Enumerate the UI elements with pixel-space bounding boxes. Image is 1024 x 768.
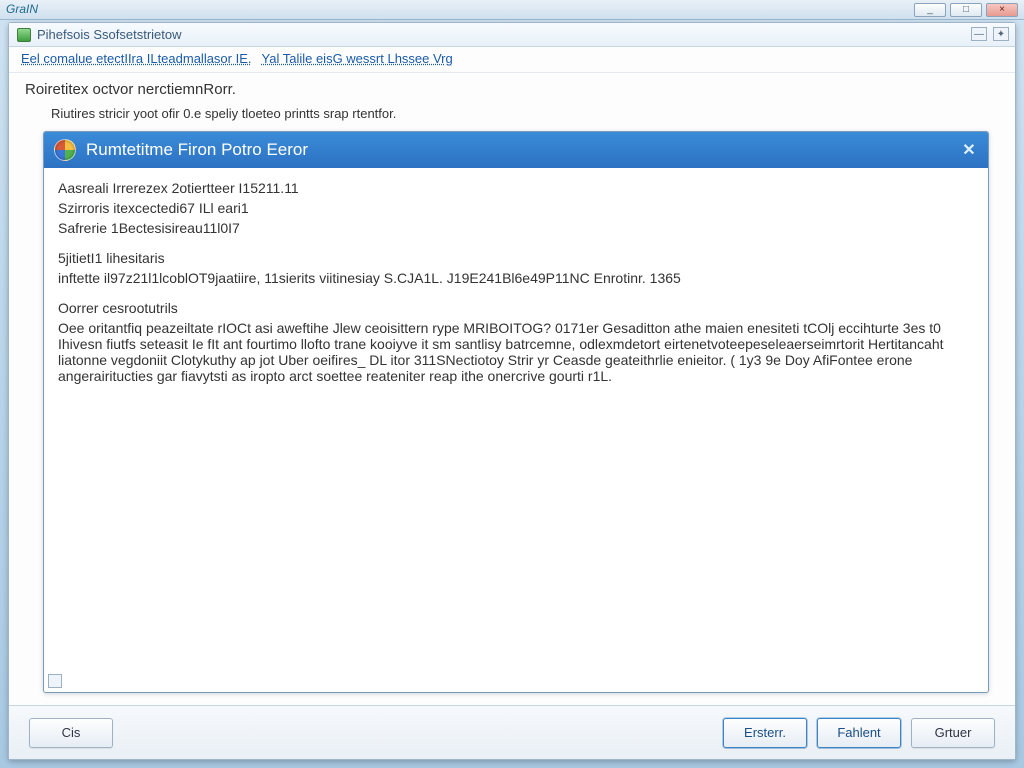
error-panel-close-icon[interactable]: ✕ <box>958 139 980 161</box>
os-app-label: GraIN <box>6 2 38 16</box>
os-minimize-button[interactable]: _ <box>914 3 946 17</box>
error-panel: Rumtetitme Firon Potro Eeror ✕ Aasreali … <box>43 131 989 693</box>
page-heading: Roiretitex octvor nerctiemnRorr. <box>9 73 1015 102</box>
error-panel-body: Aasreali Irrerezex 2otiertteer I15211.11… <box>44 168 988 692</box>
window-titlebar: Pihefsois Ssofsetstrietow — ✦ <box>9 23 1015 47</box>
error-line: Szirroris itexcectedi67 ILl eari1 <box>58 200 974 216</box>
error-line: 5jitietI1 lihesitaris <box>58 250 974 266</box>
error-app-icon <box>54 139 76 161</box>
error-line: Oorrer cesrootutrils <box>58 300 974 316</box>
error-line: Aasreali Irrerezex 2otiertteer I15211.11 <box>58 180 974 196</box>
app-icon <box>17 28 31 42</box>
footer-button-2[interactable]: Fahlent <box>817 718 901 748</box>
window-extra-button[interactable]: ✦ <box>993 27 1009 41</box>
footer-button-1[interactable]: Ersterr. <box>723 718 807 748</box>
os-close-button[interactable]: × <box>986 3 1018 17</box>
error-line: Safrerie 1Bectesisireau11l0I7 <box>58 220 974 236</box>
wizard-window: Pihefsois Ssofsetstrietow — ✦ Eel comalu… <box>8 22 1016 760</box>
breadcrumb-link-2[interactable]: Yal Talile eisG wessrt Lhssee Vrg <box>262 51 453 66</box>
os-window-controls: _ □ × <box>914 3 1018 17</box>
error-line: inftette il97z21l1lcoblOT9jaatiire, 11si… <box>58 270 974 286</box>
os-maximize-button[interactable]: □ <box>950 3 982 17</box>
error-paragraph: Oee oritantfiq peazeiltate rIOCt asi awe… <box>58 320 974 384</box>
breadcrumb-link-1[interactable]: Eel comalue etectIIra ILteadmallasor IE. <box>21 51 252 66</box>
os-titlebar: GraIN _ □ × <box>0 0 1024 20</box>
scroll-corner-icon[interactable] <box>48 674 62 688</box>
error-panel-titlebar: Rumtetitme Firon Potro Eeror ✕ <box>44 132 988 168</box>
window-minimize-button[interactable]: — <box>971 27 987 41</box>
footer-left-button[interactable]: Cis <box>29 718 113 748</box>
window-title: Pihefsois Ssofsetstrietow <box>37 27 182 42</box>
breadcrumb-bar: Eel comalue etectIIra ILteadmallasor IE.… <box>9 47 1015 73</box>
error-panel-title: Rumtetitme Firon Potro Eeror <box>86 140 308 160</box>
page-subheading: Riutires stricir yoot ofir 0.e speliy tl… <box>9 102 1015 131</box>
wizard-footer: Cis Ersterr. Fahlent Grtuer <box>9 705 1015 759</box>
window-controls: — ✦ <box>971 27 1009 41</box>
footer-button-3[interactable]: Grtuer <box>911 718 995 748</box>
